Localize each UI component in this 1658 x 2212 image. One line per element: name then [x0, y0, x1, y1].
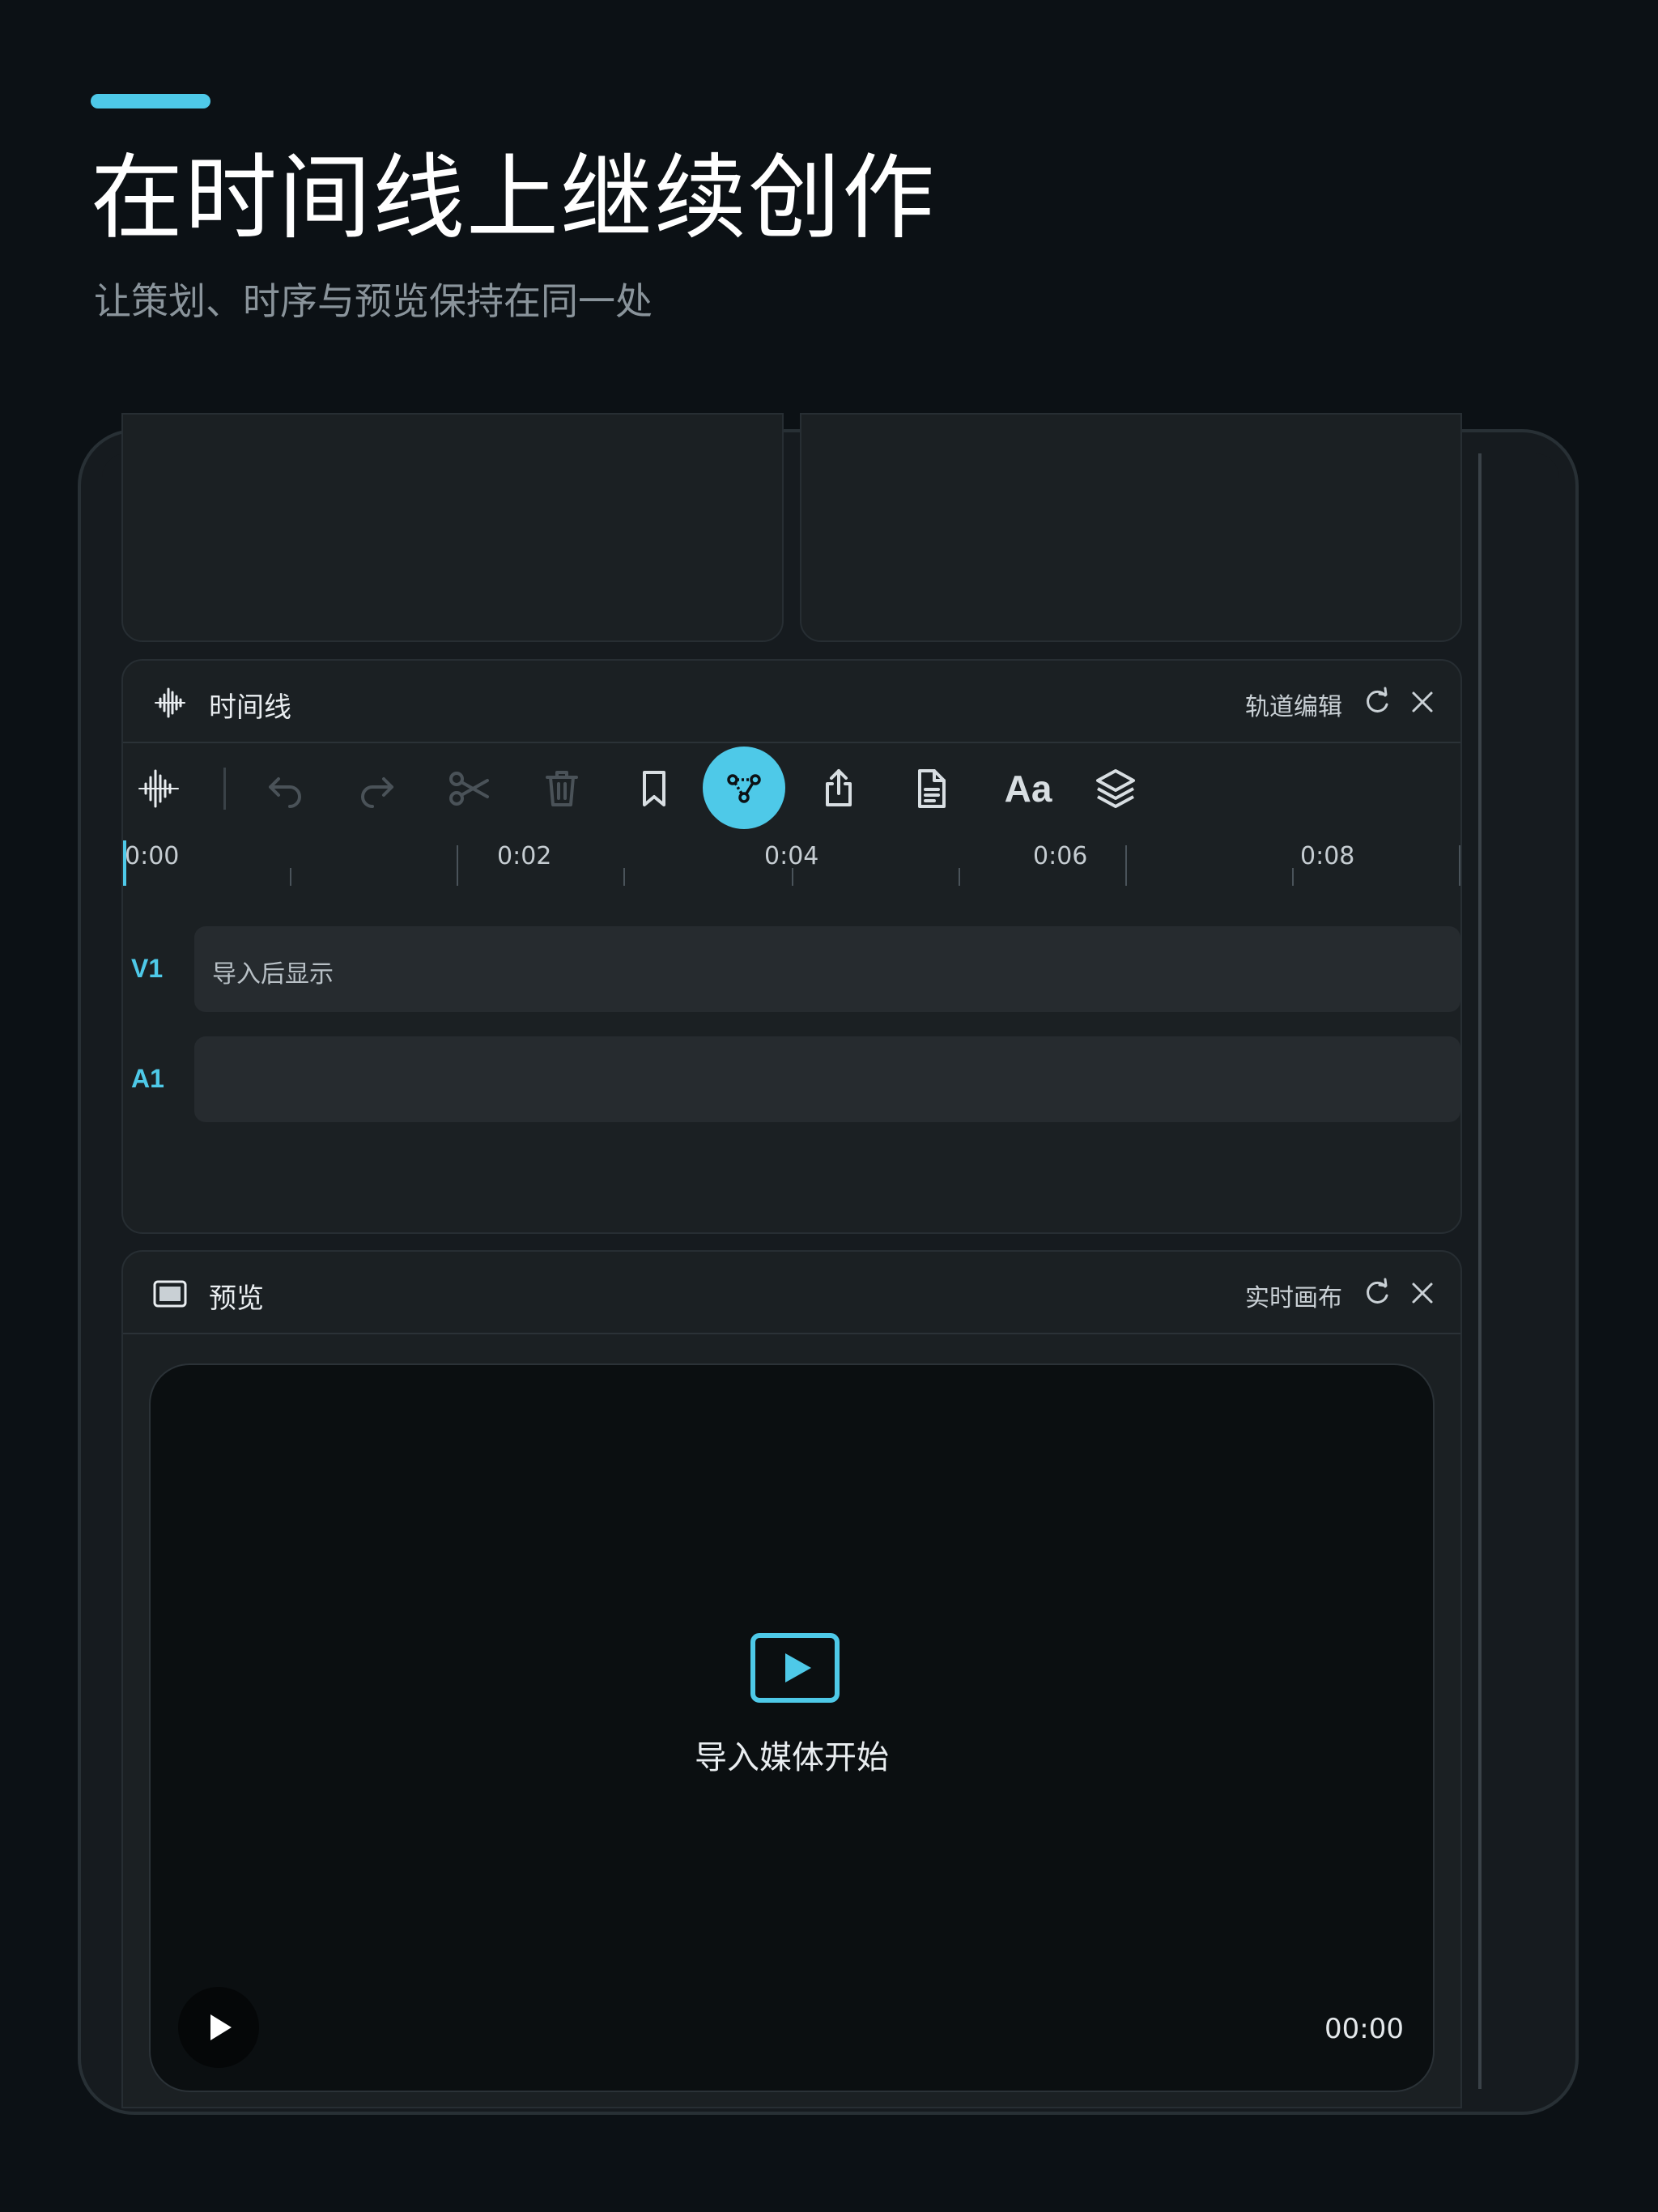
- timeline-panel: 时间线 轨道编辑 Aa 0:00 0:02 0:04 0:06 0:08 V1 …: [121, 659, 1462, 1234]
- audio-track-lane[interactable]: [194, 1036, 1460, 1122]
- preview-title: 预览: [209, 1283, 264, 1315]
- preview-header: 预览 实时画布: [123, 1252, 1460, 1334]
- time-ruler[interactable]: 0:00 0:02 0:04 0:06 0:08: [123, 832, 1460, 897]
- ruler-minor-tick: [290, 868, 291, 886]
- video-track-lane[interactable]: 导入后显示: [194, 926, 1460, 1012]
- timeline-toolbar: Aa: [123, 743, 1460, 832]
- undo-icon[interactable]: [262, 766, 308, 811]
- top-card-left: [121, 413, 784, 642]
- preview-panel: 预览 实时画布 导入媒体开始 00:00: [121, 1250, 1462, 2108]
- node-graph-button[interactable]: [703, 747, 785, 829]
- timeline-header: 时间线 轨道编辑: [123, 661, 1460, 743]
- redo-icon[interactable]: [355, 766, 400, 811]
- track-label-v1: V1: [131, 954, 164, 983]
- monitor-icon: [153, 1280, 187, 1308]
- ruler-label: 0:02: [497, 842, 552, 870]
- import-media-hint: 导入媒体开始: [695, 1739, 889, 1776]
- ruler-label: 0:06: [1033, 842, 1088, 870]
- refresh-icon[interactable]: [1360, 1276, 1394, 1310]
- play-icon: [210, 2014, 232, 2040]
- ruler-minor-tick: [792, 868, 793, 886]
- ruler-major-tick: [457, 845, 458, 886]
- ruler-major-tick: [1459, 845, 1460, 886]
- waveform-icon[interactable]: [136, 766, 181, 811]
- timecode: 00:00: [1324, 2013, 1404, 2045]
- waveform-icon: [155, 687, 185, 718]
- document-icon[interactable]: [908, 766, 954, 811]
- ruler-minor-tick: [1292, 868, 1294, 886]
- accent-bar: [91, 94, 210, 108]
- share-icon[interactable]: [816, 766, 861, 811]
- page-subtitle: 让策划、时序与预览保持在同一处: [94, 279, 653, 323]
- ruler-major-tick: [1125, 845, 1127, 886]
- live-canvas-label[interactable]: 实时画布: [1245, 1278, 1342, 1313]
- layers-icon[interactable]: [1093, 766, 1138, 811]
- track-placeholder: 导入后显示: [212, 960, 334, 989]
- ruler-label: 0:04: [764, 842, 819, 870]
- refresh-icon[interactable]: [1360, 685, 1394, 719]
- ruler-label: 0:08: [1300, 842, 1355, 870]
- preview-canvas[interactable]: 导入媒体开始 00:00: [149, 1363, 1435, 2092]
- ruler-minor-tick: [623, 868, 625, 886]
- video-play-icon: [750, 1633, 840, 1703]
- trash-icon[interactable]: [539, 766, 585, 811]
- close-icon[interactable]: [1405, 1276, 1439, 1310]
- ruler-label: 0:00: [125, 842, 180, 870]
- play-button[interactable]: [178, 1987, 259, 2068]
- close-icon[interactable]: [1405, 685, 1439, 719]
- track-edit-label[interactable]: 轨道编辑: [1245, 687, 1342, 722]
- timeline-title: 时间线: [209, 691, 291, 724]
- ruler-minor-tick: [959, 868, 960, 886]
- top-card-right: [800, 413, 1462, 642]
- side-divider: [1478, 453, 1482, 2089]
- bookmark-icon[interactable]: [631, 766, 677, 811]
- track-label-a1: A1: [131, 1064, 164, 1093]
- text-style-icon[interactable]: Aa: [996, 766, 1061, 811]
- toolbar-separator: [223, 768, 226, 810]
- page-title: 在时间线上继续创作: [91, 144, 937, 252]
- scissors-icon[interactable]: [447, 766, 492, 811]
